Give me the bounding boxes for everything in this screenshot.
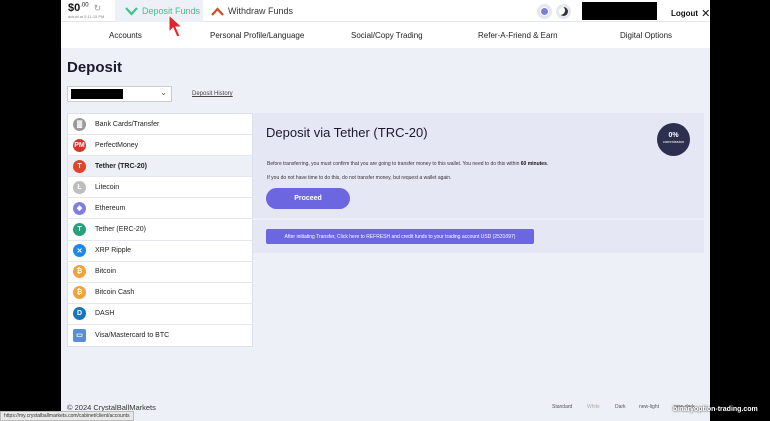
payment-method-item[interactable]: T Tether (ERC-20) <box>68 219 252 241</box>
deposit-history-link[interactable]: Deposit History <box>192 91 233 97</box>
refresh-credit-button[interactable]: After initiating Transfer, Click here to… <box>266 229 534 244</box>
tether-erc20-icon: T <box>73 223 86 237</box>
dash-icon: D <box>73 307 86 321</box>
payment-method-label: XRP Ripple <box>95 247 132 255</box>
payment-method-label: Bitcoin <box>95 268 117 276</box>
xrp-icon: ✕ <box>73 244 86 258</box>
payment-method-item[interactable]: ◆ Ethereum <box>68 198 252 220</box>
tether-trc20-icon: T <box>73 159 86 173</box>
chevron-up-red-icon <box>211 6 224 16</box>
theme-standard[interactable]: Standard <box>552 404 572 410</box>
redacted-user-info <box>582 2 657 20</box>
watermark: binaryoption-trading.com <box>673 406 758 413</box>
theme-new-light[interactable]: new-light <box>639 404 659 410</box>
balance: $0.00 ↻ <box>68 2 101 14</box>
bitcoin-cash-icon: ₿ <box>73 286 86 300</box>
payment-method-item[interactable]: T Tether (TRC-20) <box>68 156 252 178</box>
perfectmoney-icon: PM <box>73 138 86 152</box>
theme-dark[interactable]: Dark <box>615 404 626 410</box>
status-url: https://my.crystalballmarkets.com/cabine… <box>0 411 134 421</box>
payment-method-item[interactable]: ▓ Bank Cards/Transfer <box>68 114 252 136</box>
proceed-button[interactable]: Proceed <box>266 188 350 209</box>
cabinet-page: $0.00 ↻ actual at 5:11:15 PM Deposit Fun… <box>61 0 710 421</box>
dark-theme-toggle[interactable] <box>556 4 571 19</box>
litecoin-icon: Ł <box>73 180 86 194</box>
refresh-icon[interactable]: ↻ <box>94 3 102 14</box>
commission-value: 0% <box>668 132 679 139</box>
payment-method-label: Ethereum <box>95 204 126 212</box>
nav-personal-profile[interactable]: Personal Profile/Language <box>210 31 304 40</box>
payment-method-item[interactable]: ✕ XRP Ripple <box>68 241 252 262</box>
deposit-panel: Deposit via Tether (TRC-20) 0% commissio… <box>253 113 704 253</box>
theme-white[interactable]: White <box>587 404 600 410</box>
nav-social-copy-trading[interactable]: Social/Copy Trading <box>351 31 423 40</box>
redacted-account <box>71 89 123 99</box>
bitcoin-icon: ₿ <box>73 265 86 279</box>
main-nav: Accounts Personal Profile/Language Socia… <box>61 22 710 48</box>
close-icon: ✕ <box>701 8 710 20</box>
payment-method-label: Bank Cards/Transfer <box>95 120 160 128</box>
payment-method-item[interactable]: ▭ Visa/Mastercard to BTC <box>68 325 252 346</box>
payment-method-label: Visa/Mastercard to BTC <box>95 331 170 339</box>
light-theme-toggle[interactable] <box>537 4 552 19</box>
instruction-time-limit: 60 minutes <box>520 161 547 167</box>
warning-text: If you do not have time to do this, do n… <box>267 175 452 181</box>
chevron-down-green-icon <box>125 6 138 16</box>
balance-main: $0 <box>68 2 81 14</box>
card-icon: ▭ <box>73 328 86 342</box>
payment-method-label: PerfectMoney <box>95 141 139 149</box>
payment-method-list: ▓ Bank Cards/Transfer PM PerfectMoney T Tethe… <box>67 113 253 348</box>
payment-method-label: Tether (ERC-20) <box>95 226 146 234</box>
instruction-prefix: Before transferring, you must confirm th… <box>267 161 521 167</box>
balance-cents: .00 <box>80 2 89 9</box>
account-select[interactable]: ⌄ <box>67 86 172 102</box>
cursor-arrow-icon <box>168 14 184 38</box>
logout-label: Logout <box>671 9 699 18</box>
ethereum-icon: ◆ <box>73 201 86 215</box>
nav-accounts[interactable]: Accounts <box>109 31 142 40</box>
payment-method-item[interactable]: Ł Litecoin <box>68 177 252 199</box>
panel-divider <box>253 218 704 220</box>
nav-digital-options[interactable]: Digital Options <box>620 31 672 40</box>
commission-label: commission <box>662 139 685 144</box>
payment-method-label: DASH <box>95 310 115 318</box>
page-title: Deposit <box>67 59 123 76</box>
payment-method-item[interactable]: PM PerfectMoney <box>68 135 252 157</box>
tab-withdraw-label: Withdraw Funds <box>228 6 294 16</box>
bank-icon: ▓ <box>73 117 86 131</box>
balance-time: actual at 5:11:15 PM <box>68 14 105 19</box>
payment-method-label: Litecoin <box>95 183 120 191</box>
payment-method-label: Tether (TRC-20) <box>95 162 147 170</box>
payment-method-item[interactable]: ₿ Bitcoin <box>68 262 252 283</box>
instruction-text: Before transferring, you must confirm th… <box>267 161 548 167</box>
moon-icon <box>559 7 568 16</box>
chevron-down-icon: ⌄ <box>160 88 167 97</box>
sun-icon <box>540 7 549 16</box>
nav-refer-a-friend[interactable]: Refer-A-Friend & Earn <box>478 31 558 40</box>
logout-button[interactable]: Logout ✕ <box>671 6 710 20</box>
payment-method-label: Bitcoin Cash <box>95 289 135 297</box>
tab-deposit-funds[interactable]: Deposit Funds <box>115 0 203 22</box>
commission-badge: 0% commission <box>657 123 690 156</box>
top-bar: $0.00 ↻ actual at 5:11:15 PM Deposit Fun… <box>61 0 710 22</box>
payment-method-item[interactable]: ₿ Bitcoin Cash <box>68 283 252 304</box>
instruction-suffix: . <box>546 161 549 167</box>
tab-withdraw-funds[interactable]: Withdraw Funds <box>211 0 293 22</box>
payment-method-item[interactable]: D DASH <box>68 304 252 325</box>
panel-title: Deposit via Tether (TRC-20) <box>266 125 428 140</box>
